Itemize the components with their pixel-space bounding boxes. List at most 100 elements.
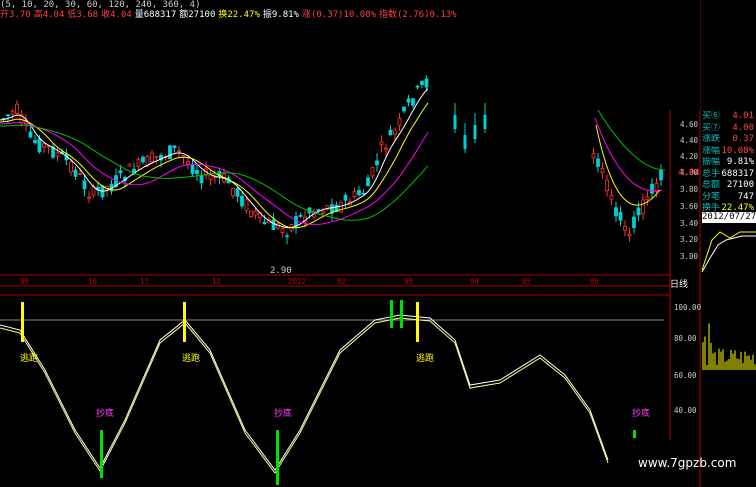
candle-body (280, 228, 285, 233)
quote-label: 总手 (702, 168, 721, 179)
ohlc-item: 额27100 (179, 10, 216, 20)
quote-panel: 买⑥ 4.01 买⑦ 4.00 涨跌 0.37 涨幅 10.08% 振幅 9.81% 总手 68831… (702, 111, 756, 226)
price-tick-label: 3.20 (680, 235, 699, 244)
candle-body (483, 115, 487, 129)
candle-body (321, 211, 325, 214)
quote-label: 涨跌 (702, 134, 721, 144)
candle-body (605, 179, 609, 192)
x-tick-label: 05 (522, 277, 532, 286)
ohlc-item: 指数(2.76)0.13% (379, 10, 457, 20)
osc-d-line (0, 317, 609, 474)
bottom-signal-label: 抄底 (274, 409, 293, 419)
candle-body (632, 216, 636, 228)
quote-value: 27100 (726, 180, 754, 190)
candle-body (627, 233, 632, 237)
x-tick-label: 04 (470, 277, 480, 286)
escape-signal-label: 逃跑 (182, 354, 201, 364)
candle-body (411, 98, 415, 106)
bottom-signal-label: 抄底 (96, 409, 115, 419)
quote-value: 747 (737, 191, 754, 202)
candle-body (199, 175, 204, 184)
x-tick-label: 02 (337, 277, 347, 286)
candle-body (623, 225, 627, 231)
osc-tick-label: 80.00 (674, 334, 697, 343)
quote-label: 买⑦ (702, 122, 721, 133)
ohlc-item: 换22.47% (218, 10, 260, 20)
quote-label: 买⑥ (702, 111, 721, 121)
candle-body (141, 156, 145, 163)
candle-body (240, 195, 244, 207)
price-tick-label: 3.40 (680, 219, 699, 228)
period-label[interactable]: 日线 (670, 277, 702, 290)
candle-body (177, 150, 181, 152)
candle-body (190, 164, 195, 174)
x-tick-label: 09 (20, 277, 30, 286)
candle-body (15, 103, 19, 114)
candle-body (73, 169, 78, 177)
candle-body (424, 78, 429, 88)
quote-value: 688317 (721, 168, 754, 179)
low-price-label: 2.90 (270, 266, 292, 276)
candle-body (42, 143, 46, 148)
ohlc-item: 收4.04 (101, 10, 132, 20)
candle-body (154, 156, 159, 159)
price-tick-label: 3.80 (680, 185, 699, 194)
candle-body (618, 211, 623, 221)
candle-body (406, 98, 411, 103)
candle-body (69, 161, 73, 173)
price-tick-label: 3.60 (680, 202, 699, 211)
ohlc-item: 高4.04 (33, 10, 65, 20)
candle-body (654, 182, 659, 192)
ohlc-item: 低3.68 (67, 10, 99, 20)
price-tick-label: 4.60 (680, 120, 699, 129)
ohlc-item: 开3.70 (0, 10, 31, 20)
ohlc-bar: 开3.70 高4.04 低3.68 收4.04 量688317 额27100 换22.47%… (0, 10, 460, 21)
quote-row: 分笔 747 (702, 192, 756, 204)
candle-body (168, 145, 172, 160)
intraday-line (701, 235, 756, 273)
quote-label: 总额 (702, 180, 721, 190)
quote-row: 涨跌 0.37 (702, 134, 756, 146)
candle-body (600, 168, 605, 174)
osc-tick-label: 100.00 (674, 303, 702, 312)
ohlc-item: 振9.81% (262, 10, 299, 20)
quote-value: 4.00 (732, 122, 754, 133)
candle-body (262, 221, 267, 225)
escape-signal-label: 逃跑 (416, 354, 435, 364)
quote-label: 振幅 (702, 157, 721, 167)
candle-body (249, 210, 253, 217)
candle-body (186, 161, 190, 165)
candle-body (150, 152, 154, 163)
candle-body (33, 140, 37, 143)
price-tick-label: 3.00 (680, 252, 699, 261)
intraday-avg-line (701, 231, 756, 271)
candle-body (172, 145, 177, 149)
quote-value: 4.01 (732, 111, 754, 121)
candle-body (614, 207, 618, 217)
candle-body (645, 196, 650, 200)
quote-row: 总额 27100 (702, 180, 756, 192)
candle-body (87, 196, 91, 199)
quote-date: 2012/07/27 (702, 212, 756, 223)
candle-body (235, 188, 240, 197)
candle-body (343, 195, 348, 201)
candle-body (82, 180, 87, 190)
candle-body (659, 169, 663, 181)
candle-body (379, 141, 384, 146)
candle-body (271, 219, 276, 230)
x-tick-label: 2012 (288, 277, 307, 286)
candle-body (420, 80, 424, 86)
escape-signal-bar (183, 302, 186, 342)
x-tick-label: 10 (88, 277, 98, 286)
candle-body (415, 85, 420, 88)
quote-value: 9.81% (726, 157, 754, 167)
candle-body (285, 235, 289, 238)
candle-body (393, 129, 397, 135)
candle-body (28, 131, 33, 138)
candle-body (397, 117, 402, 126)
quote-label: 分笔 (702, 191, 721, 202)
candle-body (650, 183, 654, 194)
quote-value: 10.08% (721, 145, 754, 156)
escape-signal-bar (416, 302, 419, 342)
ma5-line (0, 88, 429, 229)
